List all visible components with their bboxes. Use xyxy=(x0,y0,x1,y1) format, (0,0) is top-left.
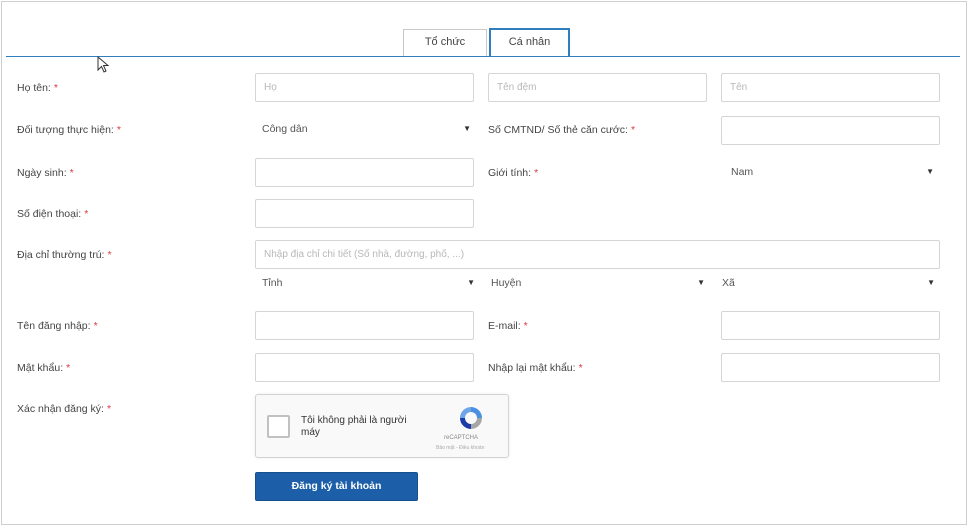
register-button[interactable]: Đăng ký tài khoản xyxy=(255,472,418,501)
username-label: Tên đăng nhập: * xyxy=(17,320,98,332)
id-number-input[interactable] xyxy=(721,116,940,145)
name-label: Họ tên: * xyxy=(17,82,58,94)
ward-select[interactable]: Xã ▼ xyxy=(722,272,935,294)
recaptcha-brand: reCAPTCHA xyxy=(444,435,479,441)
province-select-value: Tỉnh xyxy=(262,277,283,289)
triangle-down-icon: ▼ xyxy=(463,124,471,133)
subject-label: Đối tượng thực hiện: * xyxy=(17,124,121,136)
phone-label: Số điện thoại: * xyxy=(17,208,89,220)
recaptcha-logo-icon xyxy=(460,407,482,429)
district-select-value: Huyện xyxy=(491,277,522,289)
gender-label: Giới tính: * xyxy=(488,167,539,179)
first-name-input[interactable]: Tên xyxy=(721,73,940,102)
middle-name-input[interactable]: Tên đệm xyxy=(488,73,707,102)
confirm-label: Xác nhận đăng ký: * xyxy=(17,403,112,415)
dob-input[interactable] xyxy=(255,158,474,187)
tab-individual[interactable]: Cá nhân xyxy=(489,28,570,57)
password-label: Mật khẩu: * xyxy=(17,362,71,374)
district-select[interactable]: Huyện ▼ xyxy=(491,272,705,294)
ward-select-value: Xã xyxy=(722,277,735,289)
address-input[interactable]: Nhập địa chỉ chi tiết (Số nhà, đường, ph… xyxy=(255,240,940,269)
username-input[interactable] xyxy=(255,311,474,340)
email-input[interactable] xyxy=(721,311,940,340)
recaptcha-checkbox[interactable] xyxy=(267,415,290,438)
password-confirm-label: Nhập lại mật khẩu: * xyxy=(488,362,583,374)
triangle-down-icon: ▼ xyxy=(926,167,934,176)
triangle-down-icon: ▼ xyxy=(467,278,475,287)
address-label: Địa chỉ thường trú: * xyxy=(17,249,112,261)
email-label: E-mail: * xyxy=(488,320,528,332)
tab-underline xyxy=(6,56,960,57)
tab-organization[interactable]: Tổ chức xyxy=(403,29,487,56)
password-input[interactable] xyxy=(255,353,474,382)
dob-label: Ngày sinh: * xyxy=(17,167,74,179)
gender-select[interactable]: Nam ▼ xyxy=(731,161,934,183)
gender-select-value: Nam xyxy=(731,166,754,178)
id-label: Số CMTND/ Số thẻ căn cước: * xyxy=(488,124,636,136)
subject-select[interactable]: Công dân ▼ xyxy=(262,118,471,140)
recaptcha-text: Tôi không phải là người máy xyxy=(301,415,407,438)
phone-input[interactable] xyxy=(255,199,474,228)
subject-select-value: Công dân xyxy=(262,123,308,135)
triangle-down-icon: ▼ xyxy=(927,278,935,287)
recaptcha-widget: Tôi không phải là người máy reCAPTCHA Bả… xyxy=(255,394,509,458)
last-name-input[interactable]: Họ xyxy=(255,73,474,102)
password-confirm-input[interactable] xyxy=(721,353,940,382)
province-select[interactable]: Tỉnh ▼ xyxy=(262,272,475,294)
recaptcha-terms[interactable]: Bảo mật - Điều khoản xyxy=(436,445,484,451)
cursor-arrow-icon xyxy=(97,56,110,73)
triangle-down-icon: ▼ xyxy=(697,278,705,287)
